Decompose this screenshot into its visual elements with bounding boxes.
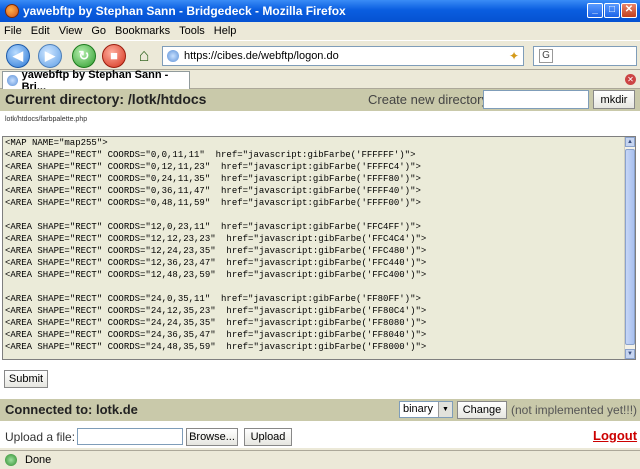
title-bar: yawebftp by Stephan Sann - Bridgedeck - … <box>0 0 640 22</box>
google-search-icon: G <box>539 49 553 63</box>
transfer-mode-select[interactable]: binary ▼ <box>399 401 453 418</box>
submit-button[interactable]: Submit <box>4 370 48 388</box>
close-tab-icon[interactable]: ✕ <box>625 74 636 85</box>
logout-link[interactable]: Logout <box>593 428 637 443</box>
chevron-down-icon[interactable]: ▼ <box>438 402 452 417</box>
browser-window: yawebftp by Stephan Sann - Bridgedeck - … <box>0 0 640 469</box>
status-text: Done <box>25 454 52 466</box>
reload-icon[interactable]: ↻ <box>72 44 96 68</box>
menu-tools[interactable]: Tools <box>179 25 205 37</box>
code-line: <AREA SHAPE="RECT" COORDS="24,48,35,59" … <box>5 342 427 352</box>
menu-view[interactable]: View <box>59 25 83 37</box>
tab-yawebftp[interactable]: yawebftp by Stephan Sann - Bri... <box>2 69 190 93</box>
menu-bookmarks[interactable]: Bookmarks <box>115 25 170 37</box>
search-input[interactable]: G <box>533 46 637 66</box>
site-icon <box>167 50 179 62</box>
connection-bar: Connected to: lotk.de binary ▼ Change (n… <box>0 399 640 421</box>
connection-title: Connected to: lotk.de <box>5 402 138 417</box>
close-button[interactable]: ✕ <box>621 3 637 18</box>
back-icon[interactable]: ◀ <box>6 44 30 68</box>
code-line: <AREA SHAPE="RECT" COORDS="0,0,11,11" hr… <box>5 150 416 160</box>
code-editor[interactable]: <MAP NAME="map255"> <AREA SHAPE="RECT" CO… <box>2 136 636 360</box>
new-directory-label: Create new directory: <box>368 92 492 107</box>
not-implemented-note: (not implemented yet!!!) <box>511 403 638 417</box>
status-bar: Done <box>0 450 640 469</box>
code-line: <AREA SHAPE="RECT" COORDS="0,48,11,59" h… <box>5 198 421 208</box>
scroll-down-icon[interactable]: ▼ <box>625 349 635 359</box>
change-button[interactable]: Change <box>457 401 507 419</box>
code-line: <AREA SHAPE="RECT" COORDS="12,12,23,23" … <box>5 234 427 244</box>
code-line: <AREA SHAPE="RECT" COORDS="0,36,11,47" h… <box>5 186 421 196</box>
lock-icon[interactable]: ✦ <box>509 50 521 62</box>
menu-edit[interactable]: Edit <box>31 25 50 37</box>
menu-bar: File Edit View Go Bookmarks Tools Help <box>0 22 640 40</box>
upload-row: Upload a file: Browse... Upload Logout <box>0 426 640 448</box>
code-line: <AREA SHAPE="RECT" COORDS="24,36,35,47" … <box>5 330 427 340</box>
stop-icon[interactable]: ■ <box>102 44 126 68</box>
status-icon <box>5 454 17 466</box>
forward-icon[interactable]: ▶ <box>38 44 62 68</box>
code-line: <AREA SHAPE="RECT" COORDS="0,24,11,35" h… <box>5 174 421 184</box>
code-line: <AREA SHAPE="RECT" COORDS="24,0,35,11" h… <box>5 294 421 304</box>
code-line: <MAP NAME="map255"> <box>5 138 108 148</box>
vertical-scrollbar[interactable]: ▲ ▼ <box>624 137 635 359</box>
code-text[interactable]: <MAP NAME="map255"> <AREA SHAPE="RECT" CO… <box>5 137 625 353</box>
code-line: <AREA SHAPE="RECT" COORDS="12,24,23,35" … <box>5 246 427 256</box>
url-bar[interactable]: https://cibes.de/webftp/logon.do <box>162 46 524 66</box>
new-directory-input[interactable] <box>483 90 589 109</box>
upload-label: Upload a file: <box>5 430 76 444</box>
tab-strip: yawebftp by Stephan Sann - Bri... ✕ <box>0 69 640 93</box>
menu-go[interactable]: Go <box>91 25 106 37</box>
window-title: yawebftp by Stephan Sann - Bridgedeck - … <box>23 4 346 18</box>
code-line: <AREA SHAPE="RECT" COORDS="12,0,23,11" h… <box>5 222 421 232</box>
code-line: <AREA SHAPE="RECT" COORDS="12,48,23,59" … <box>5 270 427 280</box>
navigation-toolbar: ◀ ▶ ↻ ■ ⌂ https://cibes.de/webftp/logon.… <box>0 40 640 70</box>
minimize-button[interactable]: _ <box>587 3 603 18</box>
menu-help[interactable]: Help <box>214 25 237 37</box>
upload-button[interactable]: Upload <box>244 428 292 446</box>
scroll-up-icon[interactable]: ▲ <box>625 137 635 147</box>
firefox-icon <box>5 4 19 18</box>
code-line: <AREA SHAPE="RECT" COORDS="24,24,35,35" … <box>5 318 427 328</box>
upload-file-input[interactable] <box>77 428 183 445</box>
code-line: <AREA SHAPE="RECT" COORDS="12,36,23,47" … <box>5 258 427 268</box>
tab-site-icon <box>7 75 18 86</box>
mkdir-button[interactable]: mkdir <box>593 90 635 109</box>
current-directory-title: Current directory: /lotk/htdocs <box>5 91 207 107</box>
scroll-thumb[interactable] <box>625 149 635 345</box>
url-text[interactable]: https://cibes.de/webftp/logon.do <box>184 50 339 62</box>
maximize-button[interactable]: □ <box>604 3 620 18</box>
transfer-mode-value: binary <box>403 403 433 415</box>
file-path: lotk/htdocs/farbpalette.php <box>5 116 88 123</box>
code-line: <AREA SHAPE="RECT" COORDS="0,12,11,23" h… <box>5 162 421 172</box>
code-line: <AREA SHAPE="RECT" COORDS="24,12,35,23" … <box>5 306 427 316</box>
page-content: Current directory: /lotk/htdocs Create n… <box>0 89 640 448</box>
home-icon[interactable]: ⌂ <box>132 44 156 68</box>
directory-bar: Current directory: /lotk/htdocs Create n… <box>0 89 640 111</box>
menu-file[interactable]: File <box>4 25 22 37</box>
browse-button[interactable]: Browse... <box>186 428 238 446</box>
